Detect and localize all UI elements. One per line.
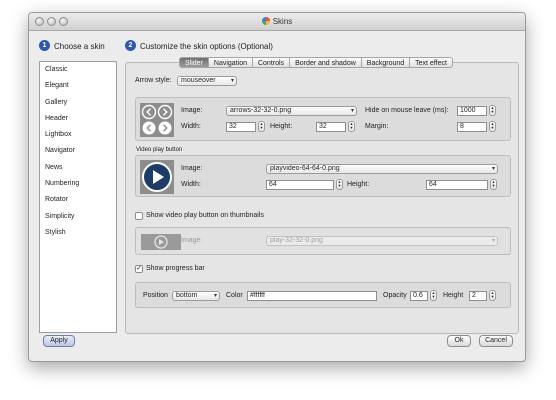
chevron-down-icon: ▾ (213, 293, 217, 299)
arrows-width-label: Width: (181, 123, 201, 130)
stepper-down-icon: ▼ (349, 125, 354, 130)
play-image-select[interactable]: playvideo-64-64-0.png ▾ (266, 164, 498, 174)
hide-on-mouse-leave-input[interactable]: 1000 (457, 106, 487, 116)
skin-list-item[interactable]: News (40, 160, 116, 176)
progress-position-value: bottom (176, 292, 198, 299)
arrows-margin-stepper[interactable]: ▲ ▼ (489, 121, 496, 132)
progress-height-input[interactable]: 2 (469, 291, 487, 301)
ok-button[interactable]: Ok (447, 335, 471, 347)
video-play-button-legend: Video play button (136, 147, 183, 153)
thumb-play-image-label: Image: (181, 237, 203, 244)
cancel-button[interactable]: Cancel (479, 335, 513, 347)
step-2-title: Customize the skin options (Optional) (140, 42, 273, 51)
skin-list-item[interactable]: Navigator (40, 143, 116, 159)
show-progress-bar-checkbox[interactable]: ✓ (135, 265, 143, 273)
skins-window: Skins 1 Choose a skin Classic Elegant Ga… (28, 12, 526, 362)
thumb-play-image-select[interactable]: play-32-32-0.png ▾ (266, 236, 498, 246)
arrow-style-value: mouseover (181, 77, 216, 84)
stepper-down-icon: ▼ (337, 183, 342, 188)
progress-opacity-stepper[interactable]: ▲ ▼ (430, 290, 437, 301)
chevron-down-icon: ▾ (350, 108, 354, 114)
options-tabs: Slider Navigation Controls Border and sh… (179, 57, 453, 68)
arrows-image-value: arrows-32-32-0.png (230, 107, 292, 114)
stepper-down-icon: ▼ (490, 294, 495, 299)
arrows-height-stepper[interactable]: ▲ ▼ (348, 121, 355, 132)
arrows-group: Image: arrows-32-32-0.png ▾ Hide on mous… (135, 97, 511, 141)
arrows-margin-input[interactable]: 8 (457, 122, 487, 132)
tab-slider[interactable]: Slider (179, 57, 209, 68)
skin-list-item[interactable]: Elegant (40, 78, 116, 94)
tab-border-and-shadow[interactable]: Border and shadow (290, 57, 362, 68)
play-height-stepper[interactable]: ▲ ▼ (490, 179, 497, 190)
step-1-badge: 1 (39, 40, 50, 51)
arrows-width-input[interactable]: 32 (226, 122, 256, 132)
skin-list-item[interactable]: Numbering (40, 176, 116, 192)
stepper-down-icon: ▼ (259, 125, 264, 130)
skin-list[interactable]: Classic Elegant Gallery Header Lightbox … (39, 61, 117, 333)
stepper-down-icon: ▼ (490, 109, 495, 114)
chevron-down-icon: ▾ (491, 238, 495, 244)
skin-list-item[interactable]: Classic (40, 62, 116, 78)
thumb-play-group: Image: play-32-32-0.png ▾ (135, 227, 511, 255)
arrows-image-label: Image: (181, 107, 203, 114)
progress-color-label: Color (226, 292, 243, 299)
skin-list-item[interactable]: Header (40, 111, 116, 127)
progress-bar-group: Position bottom ▾ Color #ffffff Opacity … (135, 282, 511, 308)
play-image-label: Image: (181, 165, 203, 172)
skin-list-item[interactable]: Gallery (40, 95, 116, 111)
arrows-height-label: Height: (270, 123, 293, 130)
play-height-input[interactable]: 64 (426, 180, 488, 190)
arrows-image-select[interactable]: arrows-32-32-0.png ▾ (226, 106, 357, 116)
progress-color-input[interactable]: #ffffff (247, 291, 377, 301)
show-progress-bar-label: Show progress bar (146, 265, 205, 272)
window-title-wrap: Skins (29, 17, 525, 26)
play-image-value: playvideo-64-64-0.png (270, 165, 340, 172)
hide-on-mouse-leave-label: Hide on mouse leave (ms): (365, 107, 449, 114)
video-play-button-group: Image: playvideo-64-64-0.png ▾ Width: 64… (135, 155, 511, 197)
titlebar: Skins (29, 13, 525, 31)
tab-navigation[interactable]: Navigation (208, 57, 253, 68)
progress-height-stepper[interactable]: ▲ ▼ (489, 290, 496, 301)
arrow-style-label: Arrow style: (135, 77, 172, 84)
show-thumb-play-checkbox[interactable] (135, 212, 143, 220)
skin-list-item[interactable]: Lightbox (40, 127, 116, 143)
progress-position-label: Position (143, 292, 168, 299)
play-width-stepper[interactable]: ▲ ▼ (336, 179, 343, 190)
tab-background[interactable]: Background (361, 57, 411, 68)
chevron-down-icon: ▾ (491, 166, 495, 172)
stepper-down-icon: ▼ (491, 183, 496, 188)
slider-options-panel: Arrow style: mouseover ▾ Image: arrows-3… (125, 62, 519, 334)
thumb-play-preview-icon (141, 234, 181, 250)
play-height-label: Height: (347, 181, 370, 188)
tab-controls[interactable]: Controls (252, 57, 291, 68)
progress-height-label: Height (443, 292, 464, 299)
progress-opacity-input[interactable]: 0.6 (410, 291, 428, 301)
stepper-down-icon: ▼ (431, 294, 436, 299)
arrow-style-select[interactable]: mouseover ▾ (177, 76, 237, 86)
play-width-input[interactable]: 64 (266, 180, 334, 190)
play-width-label: Width: (181, 181, 201, 188)
hide-delay-stepper[interactable]: ▲ ▼ (489, 105, 496, 116)
progress-position-select[interactable]: bottom ▾ (172, 291, 220, 301)
window-title: Skins (272, 17, 293, 26)
apply-button[interactable]: Apply (43, 335, 75, 347)
stepper-down-icon: ▼ (490, 125, 495, 130)
chevron-down-icon: ▾ (230, 78, 234, 84)
play-button-preview-icon (140, 160, 174, 194)
arrows-margin-label: Margin: (365, 123, 389, 130)
arrows-preview-icon (140, 103, 174, 137)
tab-text-effect[interactable]: Text effect (410, 57, 453, 68)
skin-list-item[interactable]: Rotator (40, 192, 116, 208)
progress-opacity-label: Opacity (383, 292, 407, 299)
step-1-title: Choose a skin (54, 42, 105, 51)
step-2-badge: 2 (125, 40, 136, 51)
arrows-width-stepper[interactable]: ▲ ▼ (258, 121, 265, 132)
thumb-play-image-value: play-32-32-0.png (270, 237, 323, 244)
arrows-height-input[interactable]: 32 (316, 122, 346, 132)
show-thumb-play-label: Show video play button on thumbnails (146, 212, 264, 219)
app-icon (261, 17, 270, 25)
skin-list-item[interactable]: Simplicity (40, 209, 116, 225)
skin-list-item[interactable]: Stylish (40, 225, 116, 241)
